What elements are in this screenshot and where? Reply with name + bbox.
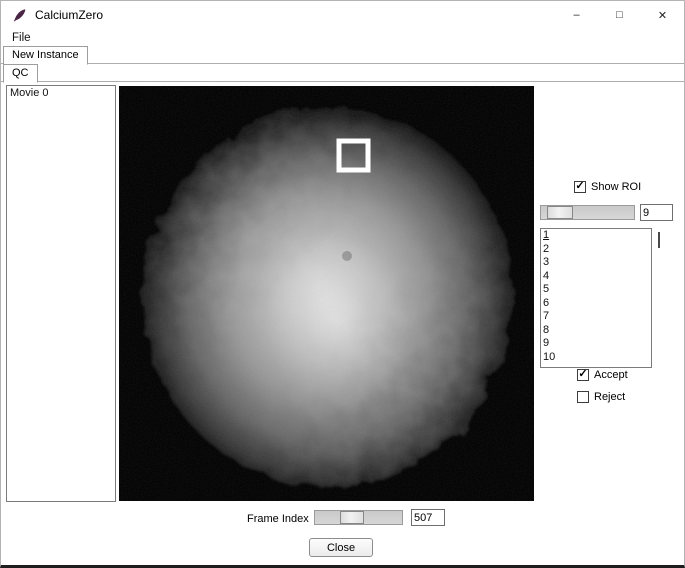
tab-new-instance[interactable]: New Instance: [3, 46, 88, 65]
tab-qc[interactable]: QC: [3, 64, 38, 83]
frame-index-label: Frame Index: [247, 513, 309, 525]
frame-slider-thumb[interactable]: [340, 511, 364, 524]
movie-listbox[interactable]: Movie 0: [6, 85, 116, 502]
app-icon: [12, 8, 27, 23]
roi-list-item[interactable]: 7: [541, 310, 651, 324]
reject-label: Reject: [594, 391, 626, 403]
menu-item-file[interactable]: File: [6, 32, 37, 44]
window-controls: – □ ✕: [555, 1, 684, 29]
minimize-button[interactable]: –: [555, 1, 598, 29]
show-roi-row: ✓ Show ROI: [574, 181, 641, 193]
frame-slider[interactable]: [314, 510, 403, 525]
close-button[interactable]: Close: [309, 538, 373, 557]
tab-divider-qc: [1, 81, 684, 82]
reject-row: Reject: [577, 391, 625, 403]
roi-list-item[interactable]: 1: [541, 229, 651, 243]
roi-list-item[interactable]: 2: [541, 243, 651, 257]
roi-slider[interactable]: [540, 205, 635, 220]
show-roi-checkmark: ✓: [575, 180, 585, 192]
movie-list-item[interactable]: Movie 0: [7, 86, 115, 100]
roi-list-item[interactable]: 3: [541, 256, 651, 270]
roi-list-item[interactable]: 6: [541, 297, 651, 311]
roi-list-item[interactable]: 5: [541, 283, 651, 297]
roi-slider-thumb[interactable]: [547, 206, 573, 219]
roi-count-input[interactable]: [640, 204, 673, 221]
show-roi-checkbox[interactable]: ✓: [574, 181, 586, 193]
maximize-button[interactable]: □: [598, 1, 641, 29]
roi-list-item[interactable]: 8: [541, 324, 651, 338]
show-roi-label: Show ROI: [591, 181, 642, 193]
accept-row: ✓ Accept: [577, 369, 628, 381]
roi-list-scrollbar[interactable]: [658, 232, 660, 248]
roi-list-item[interactable]: 10: [541, 351, 651, 365]
movie-frame-image: [119, 86, 534, 501]
calcium-image: [119, 86, 534, 501]
roi-list-item[interactable]: 9: [541, 337, 651, 351]
accept-checkbox[interactable]: ✓: [577, 369, 589, 381]
roi-list-item[interactable]: 4: [541, 270, 651, 284]
titlebar: CalciumZero – □ ✕: [1, 1, 684, 29]
window-title: CalciumZero: [35, 8, 104, 22]
titlebar-close-button[interactable]: ✕: [641, 1, 684, 29]
reject-checkbox[interactable]: [577, 391, 589, 403]
roi-listbox[interactable]: 1 2 3 4 5 6 7 8 9 10: [540, 228, 652, 368]
frame-index-input[interactable]: [411, 509, 445, 526]
app-window: CalciumZero – □ ✕ File New Instance QC M…: [0, 0, 685, 568]
accept-checkmark: ✓: [578, 368, 588, 380]
accept-label: Accept: [594, 369, 628, 381]
tab-divider-top: [1, 63, 684, 64]
menubar: File: [1, 29, 684, 46]
